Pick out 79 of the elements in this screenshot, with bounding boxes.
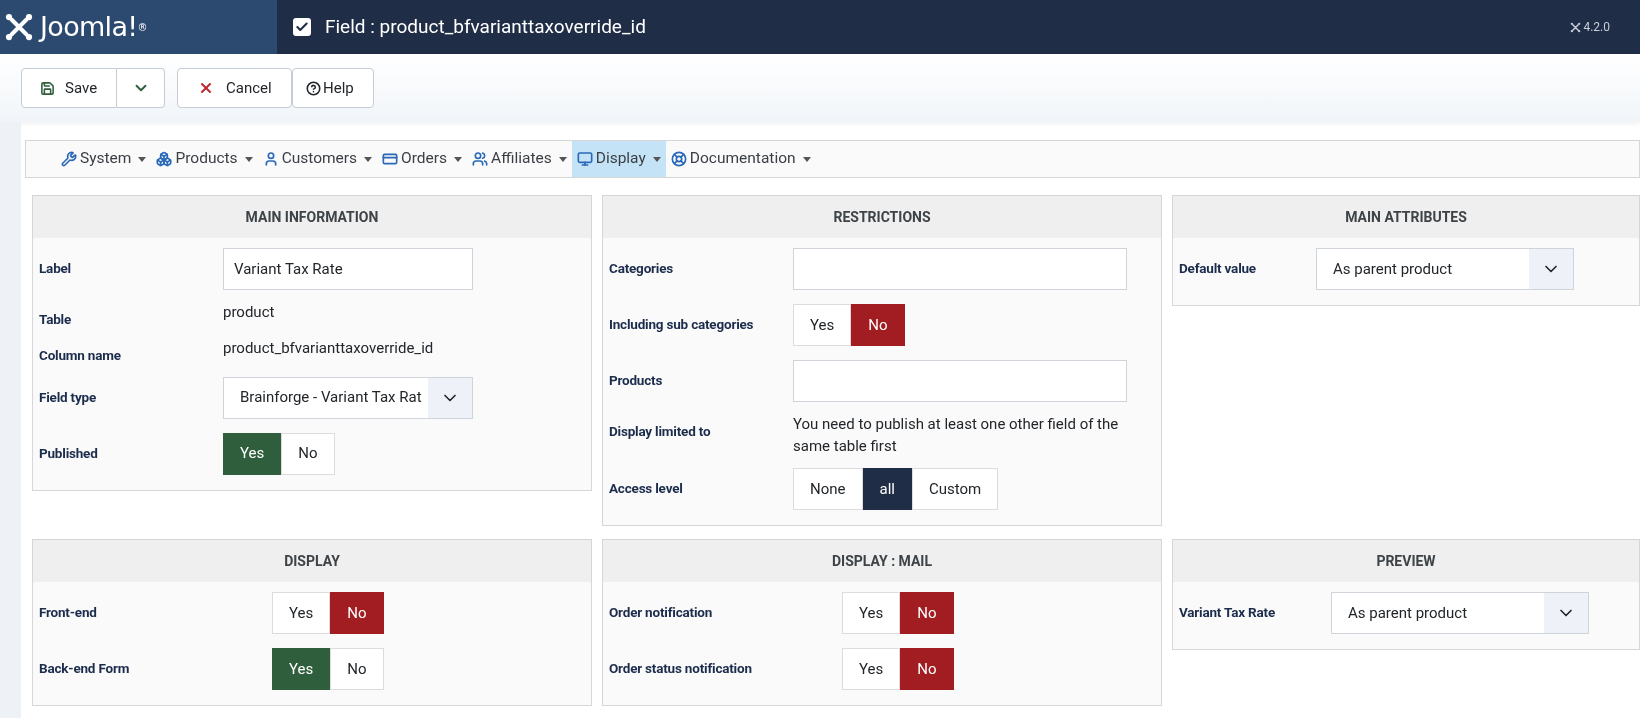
- toggle-option[interactable]: No: [281, 432, 335, 475]
- toggle-option[interactable]: Custom: [911, 468, 999, 510]
- menu-item[interactable]: Display: [571, 141, 666, 177]
- save-icon: [40, 80, 55, 96]
- toggle-option[interactable]: No: [900, 648, 954, 690]
- page-title: Field : product_bfvarianttaxoverride_id: [325, 13, 646, 40]
- menu-item[interactable]: Orders: [377, 141, 468, 177]
- toggle-option[interactable]: all: [862, 468, 912, 510]
- caret-icon: [138, 156, 147, 162]
- card-icon: [382, 151, 399, 167]
- toggle-option[interactable]: Yes: [842, 648, 901, 690]
- cancel-button[interactable]: Cancel: [177, 68, 292, 108]
- field-label: Categories: [609, 259, 674, 278]
- field-label: Display limited to: [609, 422, 712, 441]
- cubes-icon: [156, 151, 173, 167]
- save-options-button[interactable]: [117, 68, 165, 108]
- panel-header: PREVIEW: [1173, 540, 1639, 582]
- field-label: Including sub categories: [609, 315, 755, 334]
- field-label: Label: [39, 259, 72, 278]
- help-icon: [306, 80, 321, 96]
- toggle-option[interactable]: Yes: [223, 432, 282, 475]
- field-label: Front-end: [39, 603, 98, 622]
- caret-icon: [802, 156, 811, 162]
- toggle-option[interactable]: None: [793, 468, 863, 510]
- menu-item[interactable]: Affiliates: [467, 141, 572, 177]
- logo-text[interactable]: Joomla!$^{®}$: [40, 6, 147, 48]
- panel-header: MAIN ATTRIBUTES: [1173, 196, 1639, 238]
- toggle-option[interactable]: No: [330, 592, 384, 634]
- field-label: Order notification: [609, 603, 714, 622]
- checkbox-icon: [293, 18, 311, 36]
- field-label: Back-end Form: [39, 659, 131, 678]
- joomla-small-icon: [1570, 21, 1582, 33]
- field-value-text: product_bfvarianttaxoverride_id: [223, 338, 434, 360]
- help-button[interactable]: Help: [292, 68, 374, 108]
- save-button[interactable]: Save: [21, 68, 117, 108]
- caret-icon: [364, 156, 373, 162]
- toggle-option[interactable]: Yes: [272, 592, 331, 634]
- joomla-logo-icon: [4, 12, 34, 42]
- toggle-option[interactable]: Yes: [793, 304, 852, 346]
- field-label: Variant Tax Rate: [1179, 603, 1276, 622]
- toggle-option[interactable]: No: [330, 648, 384, 690]
- panel-header: DISPLAY : MAIL: [603, 540, 1161, 582]
- panel-header: MAIN INFORMATION: [33, 196, 591, 238]
- field-label: Products: [609, 371, 664, 390]
- panel-header: RESTRICTIONS: [603, 196, 1161, 238]
- field-value-text: product: [223, 302, 275, 323]
- wrench-icon: [61, 151, 77, 167]
- caret-icon: [454, 156, 463, 162]
- panel-header: DISPLAY: [33, 540, 591, 582]
- field-label: Order status notification: [609, 659, 753, 678]
- field-value-text: You need to publish at least one other field of the same table first: [793, 414, 1120, 457]
- users-icon: [472, 151, 489, 167]
- toggle-option[interactable]: No: [851, 304, 905, 346]
- field-label: Default value: [1179, 259, 1257, 278]
- toggle-option[interactable]: No: [900, 592, 954, 634]
- toggle-option[interactable]: Yes: [272, 648, 331, 690]
- select-field[interactable]: As parent product: [1331, 592, 1589, 634]
- field-label: Table: [39, 310, 73, 329]
- caret-icon: [558, 156, 567, 162]
- select-field[interactable]: As parent product: [1316, 248, 1574, 290]
- text-input-field[interactable]: Variant Tax Rate: [223, 248, 473, 290]
- toggle-option[interactable]: Yes: [842, 592, 901, 634]
- field-label: Column name: [39, 346, 122, 366]
- menu-item[interactable]: Customers: [257, 141, 378, 177]
- monitor-icon: [576, 151, 593, 167]
- menu-item[interactable]: System: [56, 141, 152, 177]
- text-input-field[interactable]: [793, 248, 1127, 290]
- field-label: Access level: [609, 479, 684, 498]
- caret-icon: [244, 156, 253, 162]
- version-text: 4.2.0: [1583, 19, 1610, 36]
- lifebuoy-icon: [670, 151, 687, 167]
- close-icon: [198, 80, 214, 96]
- field-label: Published: [39, 443, 99, 463]
- caret-icon: [652, 156, 661, 162]
- field-label: Field type: [39, 387, 98, 407]
- text-input-field[interactable]: [793, 360, 1127, 402]
- menu-item[interactable]: Documentation: [665, 141, 816, 177]
- menu-item[interactable]: Products: [151, 141, 258, 177]
- select-field[interactable]: Brainforge - Variant Tax Rat: [223, 376, 473, 419]
